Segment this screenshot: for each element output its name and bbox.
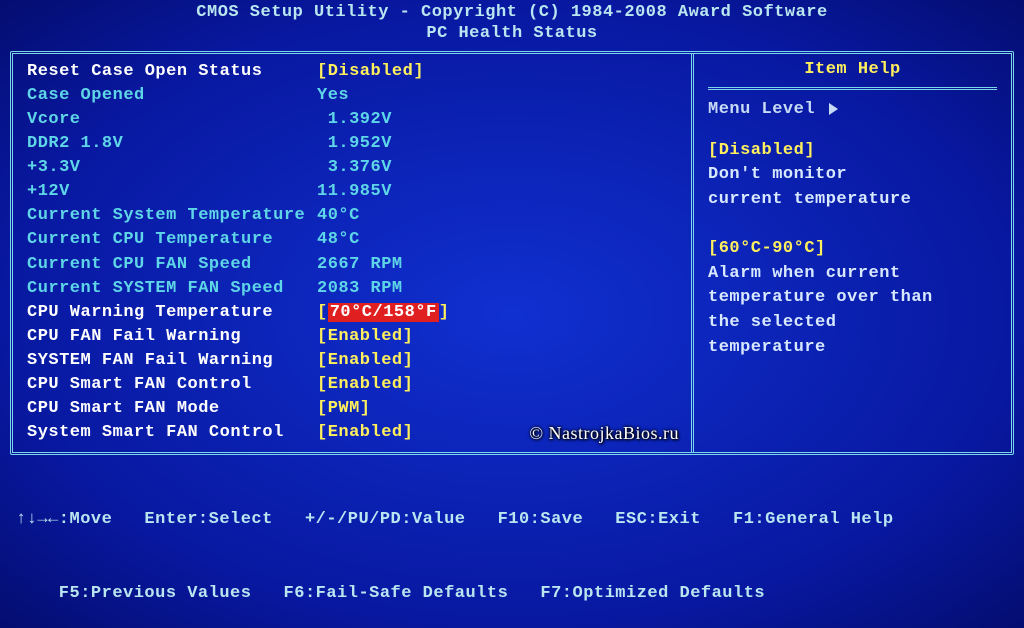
setting-value[interactable]: [Disabled] xyxy=(317,60,424,84)
setting-value: 1.392V xyxy=(317,108,392,132)
setting-row: Current SYSTEM FAN Speed2083 RPM xyxy=(27,277,677,301)
setting-row[interactable]: CPU Smart FAN Control[Enabled] xyxy=(27,373,677,397)
setting-label: Current CPU FAN Speed xyxy=(27,253,317,277)
setting-value[interactable]: [PWM] xyxy=(317,397,371,421)
settings-panel[interactable]: Reset Case Open Status[Disabled]Case Ope… xyxy=(13,54,691,452)
footer-line2: F5:Previous Values F6:Fail-Safe Defaults… xyxy=(16,582,1008,607)
setting-value: Yes xyxy=(317,84,349,108)
header-line1: CMOS Setup Utility - Copyright (C) 1984-… xyxy=(0,2,1024,23)
setting-label: CPU Warning Temperature xyxy=(27,301,317,325)
setting-label: System Smart FAN Control xyxy=(27,421,317,445)
help-panel: Item Help Menu Level [Disabled]Don't mon… xyxy=(691,54,1011,452)
setting-row: +3.3V 3.376V xyxy=(27,156,677,180)
setting-label: +12V xyxy=(27,180,317,204)
footer-line1: ↑↓→←:Move Enter:Select +/-/PU/PD:Value F… xyxy=(16,508,1008,533)
header-line2: PC Health Status xyxy=(0,23,1024,44)
menu-level: Menu Level xyxy=(708,100,997,119)
bios-screen: CMOS Setup Utility - Copyright (C) 1984-… xyxy=(0,0,1024,628)
setting-row[interactable]: SYSTEM FAN Fail Warning[Enabled] xyxy=(27,349,677,373)
setting-label: Reset Case Open Status xyxy=(27,60,317,84)
help-line xyxy=(708,212,997,237)
setting-label: CPU Smart FAN Control xyxy=(27,373,317,397)
footer: ↑↓→←:Move Enter:Select +/-/PU/PD:Value F… xyxy=(0,455,1024,628)
setting-value: 3.376V xyxy=(317,156,392,180)
setting-value[interactable]: [70°C/158°F] xyxy=(317,301,449,325)
setting-value: 40°C xyxy=(317,204,360,228)
help-line: Alarm when current xyxy=(708,262,997,287)
setting-value[interactable]: [Enabled] xyxy=(317,421,413,445)
setting-value[interactable]: [Enabled] xyxy=(317,325,413,349)
panels: Reset Case Open Status[Disabled]Case Ope… xyxy=(10,51,1014,455)
setting-value: 2083 RPM xyxy=(317,277,403,301)
help-line: the selected xyxy=(708,311,997,336)
setting-row[interactable]: Reset Case Open Status[Disabled] xyxy=(27,60,677,84)
setting-row: DDR2 1.8V 1.952V xyxy=(27,132,677,156)
setting-label: Case Opened xyxy=(27,84,317,108)
help-line: temperature over than xyxy=(708,286,997,311)
setting-label: Current SYSTEM FAN Speed xyxy=(27,277,317,301)
help-line: current temperature xyxy=(708,188,997,213)
setting-value: 2667 RPM xyxy=(317,253,403,277)
setting-row: Case OpenedYes xyxy=(27,84,677,108)
setting-row: Current CPU FAN Speed2667 RPM xyxy=(27,253,677,277)
setting-row[interactable]: CPU Warning Temperature[70°C/158°F] xyxy=(27,301,677,325)
header: CMOS Setup Utility - Copyright (C) 1984-… xyxy=(0,0,1024,51)
setting-value: 11.985V xyxy=(317,180,392,204)
setting-row: Current System Temperature40°C xyxy=(27,204,677,228)
setting-label: +3.3V xyxy=(27,156,317,180)
setting-value[interactable]: [Enabled] xyxy=(317,349,413,373)
triangle-right-icon xyxy=(829,103,838,115)
setting-row: +12V11.985V xyxy=(27,180,677,204)
help-line: [60°C-90°C] xyxy=(708,237,997,262)
setting-row[interactable]: CPU Smart FAN Mode[PWM] xyxy=(27,397,677,421)
setting-row[interactable]: CPU FAN Fail Warning[Enabled] xyxy=(27,325,677,349)
help-line: Don't monitor xyxy=(708,163,997,188)
setting-label: Current CPU Temperature xyxy=(27,228,317,252)
setting-row: Current CPU Temperature48°C xyxy=(27,228,677,252)
setting-label: DDR2 1.8V xyxy=(27,132,317,156)
help-title: Item Help xyxy=(708,60,997,90)
help-line: [Disabled] xyxy=(708,139,997,164)
help-line: temperature xyxy=(708,336,997,361)
setting-value[interactable]: [Enabled] xyxy=(317,373,413,397)
setting-label: Current System Temperature xyxy=(27,204,317,228)
setting-value: 1.952V xyxy=(317,132,392,156)
setting-label: CPU FAN Fail Warning xyxy=(27,325,317,349)
setting-value: 48°C xyxy=(317,228,360,252)
setting-row: Vcore 1.392V xyxy=(27,108,677,132)
help-body: [Disabled]Don't monitorcurrent temperatu… xyxy=(708,139,997,361)
setting-label: CPU Smart FAN Mode xyxy=(27,397,317,421)
setting-label: SYSTEM FAN Fail Warning xyxy=(27,349,317,373)
setting-label: Vcore xyxy=(27,108,317,132)
watermark: © NastrojkaBios.ru xyxy=(529,423,679,444)
menu-level-label: Menu Level xyxy=(708,100,815,119)
